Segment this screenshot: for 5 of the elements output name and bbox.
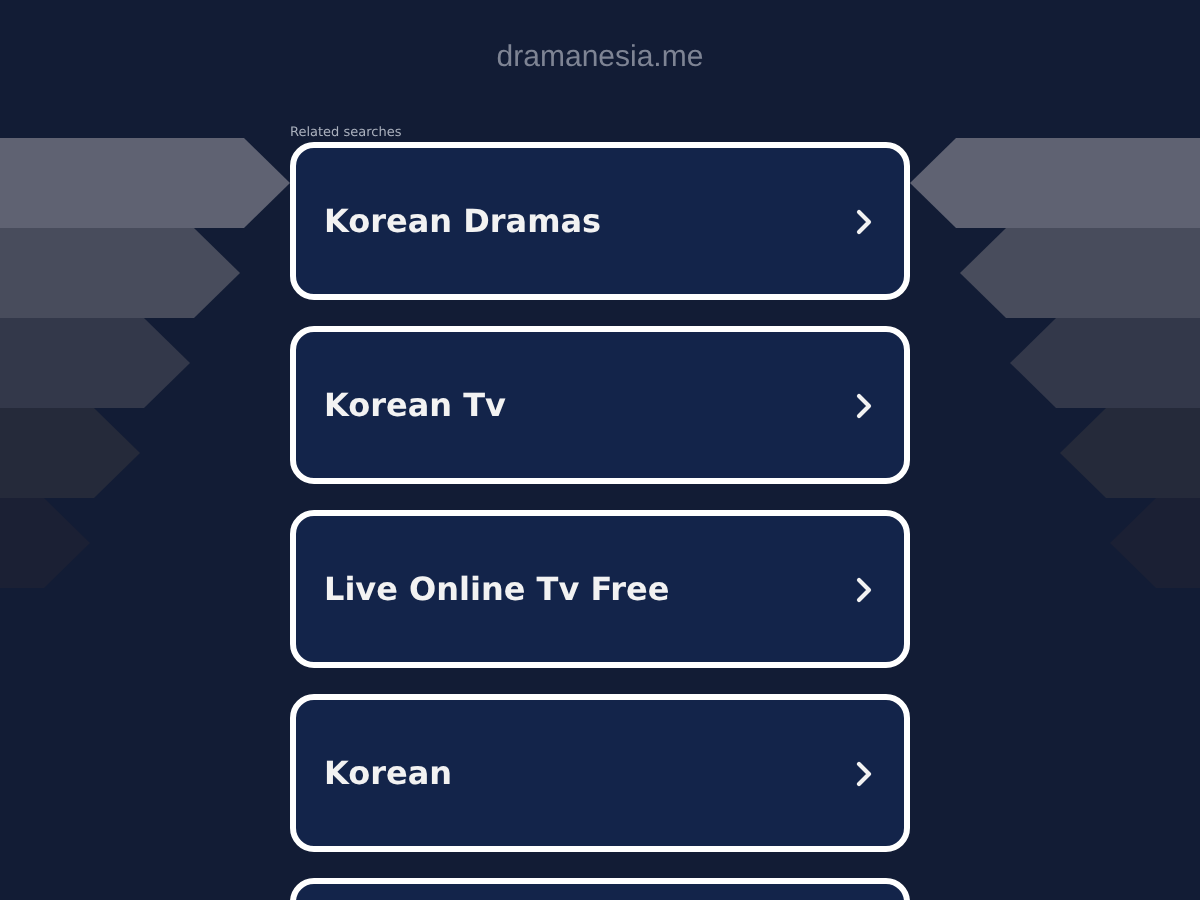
search-result-link[interactable]: Live Online Tv Free bbox=[290, 510, 910, 668]
domain-name: dramanesia.me bbox=[496, 40, 704, 76]
search-result-link[interactable]: Korean Dramas bbox=[290, 142, 910, 300]
search-result-link[interactable]: Korean Tv bbox=[290, 326, 910, 484]
search-result-link[interactable]: Korean bbox=[290, 694, 910, 852]
